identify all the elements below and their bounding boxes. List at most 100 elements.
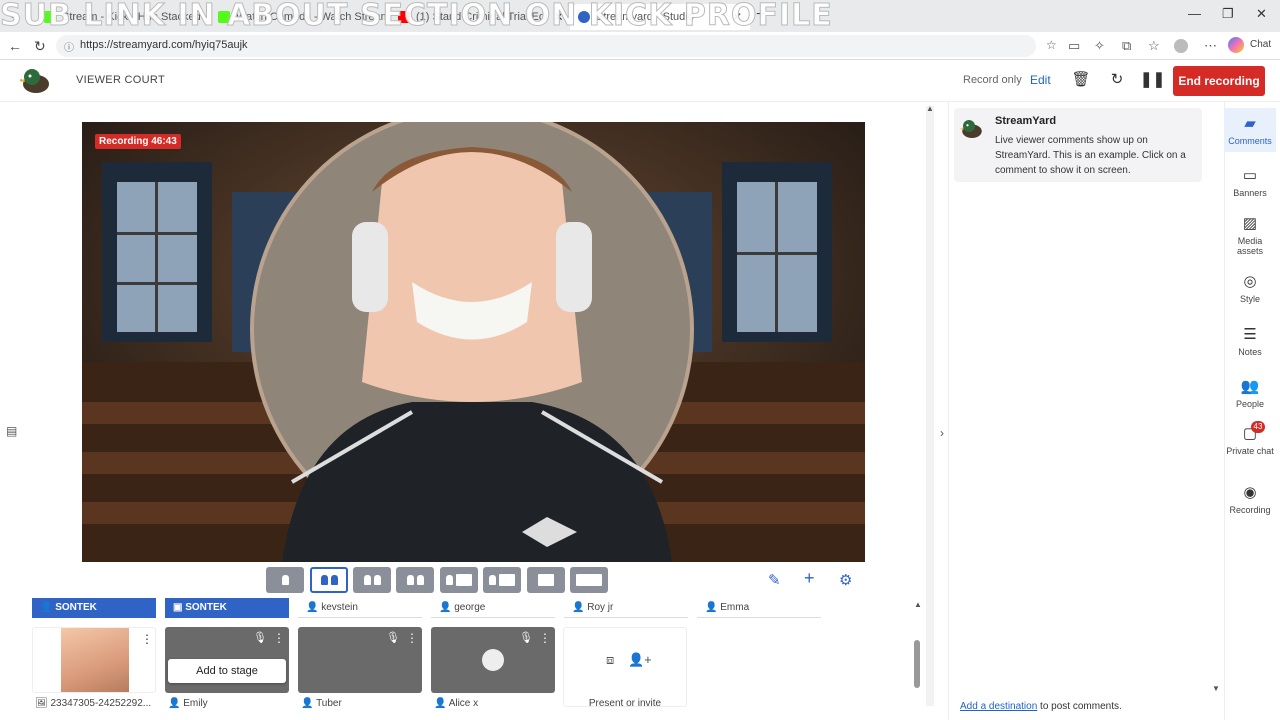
copilot-chat-label[interactable]: Chat bbox=[1250, 39, 1271, 50]
stage-video[interactable] bbox=[82, 122, 865, 562]
scroll-up-arrow-icon[interactable]: ▲ bbox=[926, 104, 934, 113]
add-destination-hint: Add a destination to post comments. bbox=[960, 701, 1122, 712]
recording-timer-badge: Recording 46:43 bbox=[95, 134, 181, 149]
sidebar-item-media-assets[interactable]: ▨ Media assets bbox=[1224, 214, 1276, 256]
more-options-icon[interactable]: ⋮ bbox=[141, 632, 153, 646]
sidebar-item-private-chat[interactable]: ▢ Private chat bbox=[1224, 424, 1276, 456]
screen-icon bbox=[538, 574, 554, 586]
layout-pip-button[interactable] bbox=[527, 567, 565, 593]
participant-card[interactable]: ⋮ bbox=[32, 627, 156, 693]
layout-fullscreen-button[interactable] bbox=[570, 567, 608, 593]
maximize-icon[interactable]: ❐ bbox=[1222, 6, 1234, 22]
sidebar-item-comments[interactable]: ▰ Comments bbox=[1224, 108, 1276, 152]
more-menu-icon[interactable]: ⋯ bbox=[1204, 38, 1217, 54]
pencil-icon[interactable]: ✎ bbox=[768, 571, 781, 589]
right-panel-collapse-icon[interactable]: › bbox=[940, 426, 944, 440]
minimize-icon[interactable]: — bbox=[1188, 6, 1201, 21]
address-bar-row: ← ↻ ⓘ https://streamyard.com/hyiq75aujk … bbox=[0, 32, 1280, 60]
main-scrollbar[interactable] bbox=[926, 106, 934, 706]
comment-author: StreamYard bbox=[995, 115, 1057, 127]
microphone-icon[interactable]: 🎙 bbox=[519, 631, 533, 644]
profile-avatar-icon[interactable] bbox=[1174, 39, 1188, 53]
invite-person-icon[interactable]: 👤+ bbox=[628, 652, 652, 668]
site-info-icon[interactable]: ⓘ bbox=[64, 39, 74, 54]
favorites-icon[interactable]: ☆ bbox=[1148, 38, 1160, 54]
participant-label[interactable]: 👤 SONTEK bbox=[32, 598, 156, 618]
layout-solo-button[interactable] bbox=[266, 567, 304, 593]
end-recording-button[interactable]: End recording bbox=[1173, 66, 1265, 96]
add-destination-link[interactable]: Add a destination bbox=[960, 701, 1037, 712]
sidebar-item-label: Recording bbox=[1229, 505, 1271, 515]
restart-icon[interactable]: ↻ bbox=[1105, 70, 1129, 92]
left-panel-toggle-icon[interactable]: ▤ bbox=[6, 424, 17, 438]
sidebar-item-notes[interactable]: ☰ Notes bbox=[1224, 325, 1276, 357]
extensions-icon[interactable]: ✧ bbox=[1094, 38, 1105, 54]
person-icon bbox=[446, 575, 453, 585]
participant-name: kevstein bbox=[321, 602, 358, 613]
edit-destination-link[interactable]: Edit bbox=[1030, 73, 1051, 87]
more-options-icon[interactable]: ⋮ bbox=[273, 631, 285, 645]
trash-icon[interactable]: 🗑 bbox=[1069, 70, 1093, 92]
add-icon[interactable]: + bbox=[804, 568, 815, 589]
participant-label[interactable]: 👤 kevstein bbox=[298, 598, 422, 618]
overlay-watermark-text: SUB LINK IN ABOUT SECTION ON KICK PROFIL… bbox=[0, 0, 833, 34]
url-field[interactable]: ⓘ https://streamyard.com/hyiq75aujk ☆ bbox=[56, 35, 1057, 57]
person-icon bbox=[330, 575, 338, 585]
participant-label[interactable]: 👤 george bbox=[431, 598, 555, 618]
comments-scroll-down-icon[interactable]: ▼ bbox=[1212, 684, 1220, 693]
person-icon bbox=[406, 575, 414, 585]
participant-name: Emma bbox=[720, 602, 750, 613]
copilot-icon[interactable] bbox=[1228, 37, 1244, 53]
reload-icon[interactable]: ↻ bbox=[34, 38, 46, 55]
add-to-stage-button[interactable]: Add to stage bbox=[168, 659, 286, 683]
private-chat-count-badge: 43 bbox=[1251, 421, 1265, 433]
sidebar-item-style[interactable]: ◎ Style bbox=[1224, 272, 1276, 304]
card-name-text: Alice x bbox=[448, 698, 479, 709]
sidebar-item-people[interactable]: 👥 People bbox=[1224, 377, 1276, 409]
sidebar-item-label: Media assets bbox=[1236, 236, 1263, 256]
person-icon bbox=[281, 575, 289, 585]
participant-name: SONTEK bbox=[185, 602, 227, 613]
participant-card[interactable]: 🎙 ⋮ bbox=[298, 627, 422, 693]
layout-cinema-button[interactable] bbox=[483, 567, 521, 593]
add-destination-suffix: to post comments. bbox=[1037, 701, 1122, 712]
banner-icon: ▭ bbox=[1242, 167, 1258, 184]
broadcast-title[interactable]: VIEWER COURT bbox=[76, 74, 165, 86]
layout-leader-button[interactable] bbox=[353, 567, 391, 593]
sidebar-item-recording[interactable]: ◉ Recording bbox=[1224, 483, 1276, 515]
window-close-icon[interactable]: ✕ bbox=[1256, 6, 1267, 22]
sidebar-item-banners[interactable]: ▭ Banners bbox=[1224, 166, 1276, 198]
participant-label[interactable]: 👤 Roy jr bbox=[564, 598, 688, 618]
layout-sidebar-button[interactable] bbox=[396, 567, 434, 593]
card-name-text: Tuber bbox=[316, 698, 342, 709]
back-icon[interactable]: ← bbox=[8, 38, 22, 54]
more-options-icon[interactable]: ⋮ bbox=[539, 631, 551, 645]
settings-gear-icon[interactable]: ⚙ bbox=[839, 571, 852, 589]
layout-screen-share-button[interactable] bbox=[440, 567, 478, 593]
participants-scroll-up-icon[interactable]: ▲ bbox=[914, 600, 922, 609]
participant-label[interactable]: ▣ SONTEK bbox=[165, 598, 289, 618]
avatar-placeholder-icon bbox=[482, 649, 504, 671]
comment-icon: ▰ bbox=[1244, 115, 1256, 132]
bookmark-star-icon[interactable]: ☆ bbox=[1046, 38, 1057, 52]
participant-name: SONTEK bbox=[55, 602, 97, 613]
camera-icon[interactable]: ▭ bbox=[1068, 38, 1080, 54]
media-icon: ▨ bbox=[1242, 215, 1258, 232]
screen-icon bbox=[576, 574, 602, 586]
sidebar-item-label: Notes bbox=[1238, 347, 1262, 357]
participant-thumbnail bbox=[61, 628, 129, 692]
participant-card[interactable]: 🎙 ⋮ bbox=[431, 627, 555, 693]
microphone-icon[interactable]: 🎙 bbox=[386, 631, 400, 644]
url-text: https://streamyard.com/hyiq75aujk bbox=[80, 39, 248, 51]
record-mode-label: Record only bbox=[963, 74, 1022, 86]
pause-icon[interactable]: ❚❚ bbox=[1140, 70, 1165, 92]
more-options-icon[interactable]: ⋮ bbox=[406, 631, 418, 645]
participants-scrollbar[interactable] bbox=[914, 640, 920, 688]
sidebar-item-label: Banners bbox=[1233, 188, 1267, 198]
split-screen-icon[interactable]: ⧉ bbox=[1122, 38, 1131, 54]
participant-label[interactable]: 👤 Emma bbox=[697, 598, 821, 618]
present-or-invite-card[interactable]: ⧈ 👤+ bbox=[563, 627, 687, 707]
present-screen-icon[interactable]: ⧈ bbox=[606, 652, 614, 668]
layout-group-button[interactable] bbox=[310, 567, 348, 593]
microphone-icon[interactable]: 🎙 bbox=[253, 631, 267, 644]
